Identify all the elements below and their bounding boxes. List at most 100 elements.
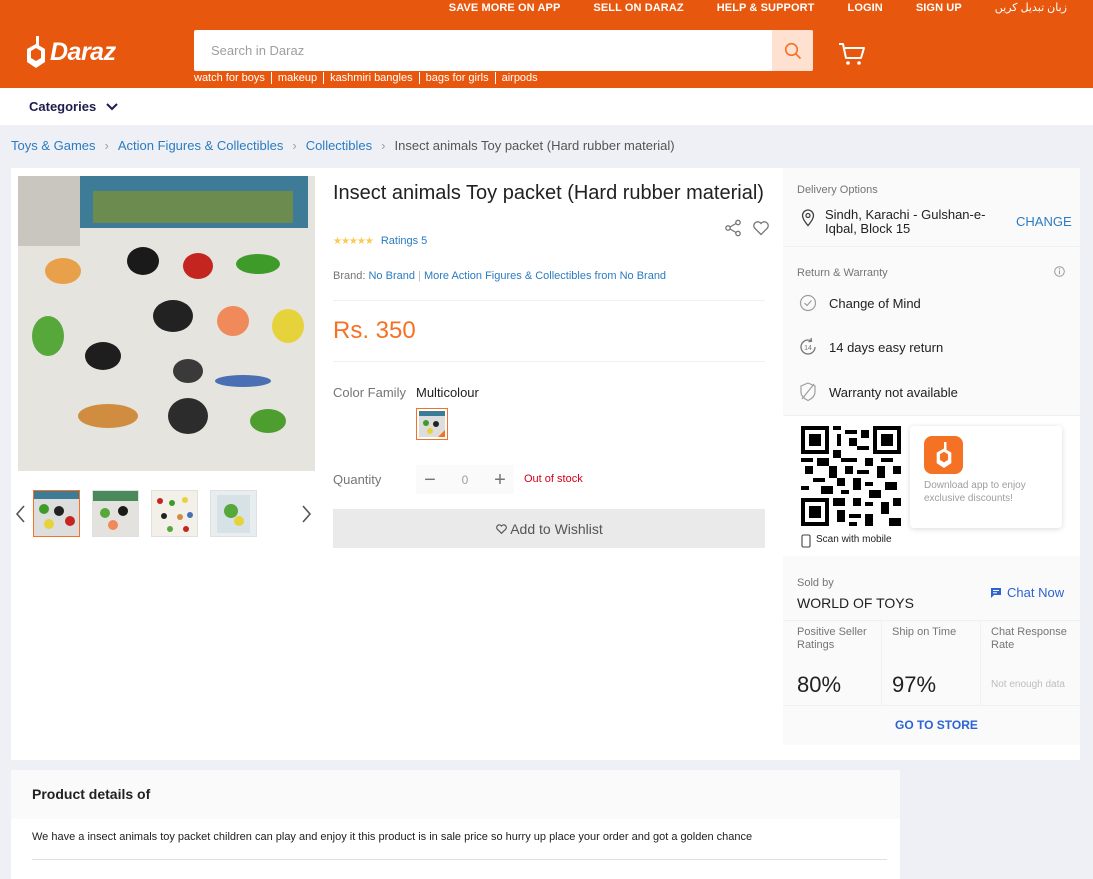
more-from-brand-link[interactable]: More Action Figures & Collectibles from … xyxy=(424,270,666,282)
stat-title: Positive Seller Ratings xyxy=(797,626,867,651)
product-title: Insect animals Toy packet (Hard rubber m… xyxy=(333,182,764,204)
logo-text: Daraz xyxy=(50,37,116,66)
wishlist-label: Add to Wishlist xyxy=(510,520,603,537)
ratings-link[interactable]: Ratings 5 xyxy=(381,235,427,247)
daraz-app-icon xyxy=(924,436,963,474)
add-to-wishlist-button[interactable]: Add to Wishlist xyxy=(333,509,765,548)
product-price: Rs. 350 xyxy=(333,317,416,344)
quantity-value[interactable]: 0 xyxy=(462,473,469,487)
daraz-logo[interactable]: Daraz xyxy=(26,36,116,68)
share-actions xyxy=(724,219,770,237)
search-suggestions: watch for boys makeup kashmiri bangles b… xyxy=(194,72,544,84)
quantity-increase-button[interactable]: + xyxy=(486,470,514,490)
cart-button[interactable] xyxy=(838,42,866,71)
chat-icon xyxy=(991,587,1001,598)
thumbnail-image[interactable] xyxy=(33,490,80,537)
categories-dropdown[interactable]: Categories xyxy=(29,99,118,114)
qr-code[interactable] xyxy=(801,426,901,526)
chevron-right-icon: › xyxy=(381,138,386,153)
login-link[interactable]: LOGIN xyxy=(848,0,883,18)
breadcrumb-link[interactable]: Action Figures & Collectibles xyxy=(118,138,283,153)
location-pin-icon xyxy=(801,209,815,227)
signup-link[interactable]: SIGN UP xyxy=(916,0,962,18)
insect-toys-photo xyxy=(18,176,315,471)
warranty-shield-icon xyxy=(800,382,816,402)
brand-line: Brand: No Brand | More Action Figures & … xyxy=(333,270,667,282)
quantity-decrease-button[interactable]: − xyxy=(416,470,444,490)
chevron-right-icon[interactable] xyxy=(300,504,312,524)
divider xyxy=(783,246,1080,247)
info-icon[interactable] xyxy=(1054,266,1065,277)
stat-title: Ship on Time xyxy=(892,626,957,638)
divider xyxy=(32,859,887,860)
change-location-button[interactable]: CHANGE xyxy=(1016,214,1072,229)
thumbnail-image[interactable] xyxy=(151,490,198,537)
heart-icon xyxy=(496,523,508,534)
color-family-value: Multicolour xyxy=(416,385,479,400)
return-item: 14 days easy return xyxy=(829,340,944,355)
color-swatch[interactable] xyxy=(416,408,448,440)
suggestion-link[interactable]: bags for girls xyxy=(418,72,495,84)
top-links-bar: SAVE MORE ON APP SELL ON DARAZ HELP & SU… xyxy=(416,0,1093,18)
brand-label: Brand: xyxy=(333,270,366,282)
return-item: Change of Mind xyxy=(829,296,921,311)
categories-label: Categories xyxy=(29,99,97,114)
chevron-left-icon[interactable] xyxy=(15,504,27,524)
fourteen-days-return-icon: 14 xyxy=(800,337,816,355)
download-app-card[interactable]: Download app to enjoy exclusive discount… xyxy=(910,426,1062,528)
suggestion-link[interactable]: watch for boys xyxy=(194,72,271,84)
sold-by-label: Sold by xyxy=(797,577,834,589)
stock-status: Out of stock xyxy=(524,473,583,485)
search-button[interactable] xyxy=(772,30,813,71)
chat-now-button[interactable]: Chat Now xyxy=(990,585,1064,600)
breadcrumb-link[interactable]: Toys & Games xyxy=(11,138,96,153)
download-app-text: Download app to enjoy exclusive discount… xyxy=(924,480,1026,504)
divider xyxy=(333,361,765,362)
change-language-link[interactable]: زبان تبدیل کریں xyxy=(995,0,1067,18)
heart-icon[interactable] xyxy=(752,219,770,237)
rating-stars: ★★★★★ xyxy=(333,235,374,247)
breadcrumb-current: Insect animals Toy packet (Hard rubber m… xyxy=(394,138,675,153)
cart-icon xyxy=(839,43,865,65)
quantity-stepper: − 0 + xyxy=(416,465,514,494)
product-main-image[interactable] xyxy=(18,176,315,471)
stat-value: 80% xyxy=(797,672,842,697)
return-item: Warranty not available xyxy=(829,385,958,400)
site-header: SAVE MORE ON APP SELL ON DARAZ HELP & SU… xyxy=(0,0,1093,88)
categories-bar: Categories xyxy=(0,88,1093,125)
mobile-phone-icon xyxy=(801,534,811,548)
suggestion-link[interactable]: makeup xyxy=(270,72,323,84)
chat-now-label: Chat Now xyxy=(1007,585,1065,600)
go-to-store-button[interactable]: GO TO STORE xyxy=(895,718,978,732)
thumbnail-carousel xyxy=(11,484,322,544)
seller-name[interactable]: WORLD OF TOYS xyxy=(797,595,914,611)
breadcrumb-link[interactable]: Collectibles xyxy=(306,138,372,153)
delivery-options-title: Delivery Options xyxy=(797,184,878,196)
thumbnail-image[interactable] xyxy=(210,490,257,537)
daraz-logo-icon xyxy=(27,36,45,68)
search-icon xyxy=(784,42,801,59)
thumbnail-image[interactable] xyxy=(92,490,139,537)
product-rating: ★★★★★ Ratings 5 xyxy=(333,235,427,247)
divider xyxy=(783,705,1080,706)
chevron-down-icon xyxy=(106,102,118,110)
stat-value: Not enough data xyxy=(991,679,1065,690)
suggestion-link[interactable]: airpods xyxy=(494,72,544,84)
stat-title: Chat Response Rate xyxy=(991,626,1067,651)
product-description: We have a insect animals toy packet chil… xyxy=(32,831,753,843)
delivery-location: Sindh, Karachi - Gulshan-e-Iqbal, Block … xyxy=(825,207,986,236)
chevron-right-icon: › xyxy=(292,138,297,153)
scan-with-mobile-label: Scan with mobile xyxy=(816,534,892,545)
change-of-mind-icon xyxy=(799,294,817,312)
save-more-on-app-link[interactable]: SAVE MORE ON APP xyxy=(449,0,561,18)
return-warranty-title: Return & Warranty xyxy=(797,267,888,279)
search-input[interactable] xyxy=(194,30,772,71)
brand-link[interactable]: No Brand xyxy=(368,270,414,282)
help-support-link[interactable]: HELP & SUPPORT xyxy=(717,0,815,18)
breadcrumb: Toys & Games › Action Figures & Collecti… xyxy=(11,138,675,153)
color-family-label: Color Family xyxy=(333,385,406,400)
suggestion-link[interactable]: kashmiri bangles xyxy=(323,72,419,84)
share-icon[interactable] xyxy=(724,219,742,237)
stat-value: 97% xyxy=(892,672,937,697)
sell-on-daraz-link[interactable]: SELL ON DARAZ xyxy=(593,0,683,18)
